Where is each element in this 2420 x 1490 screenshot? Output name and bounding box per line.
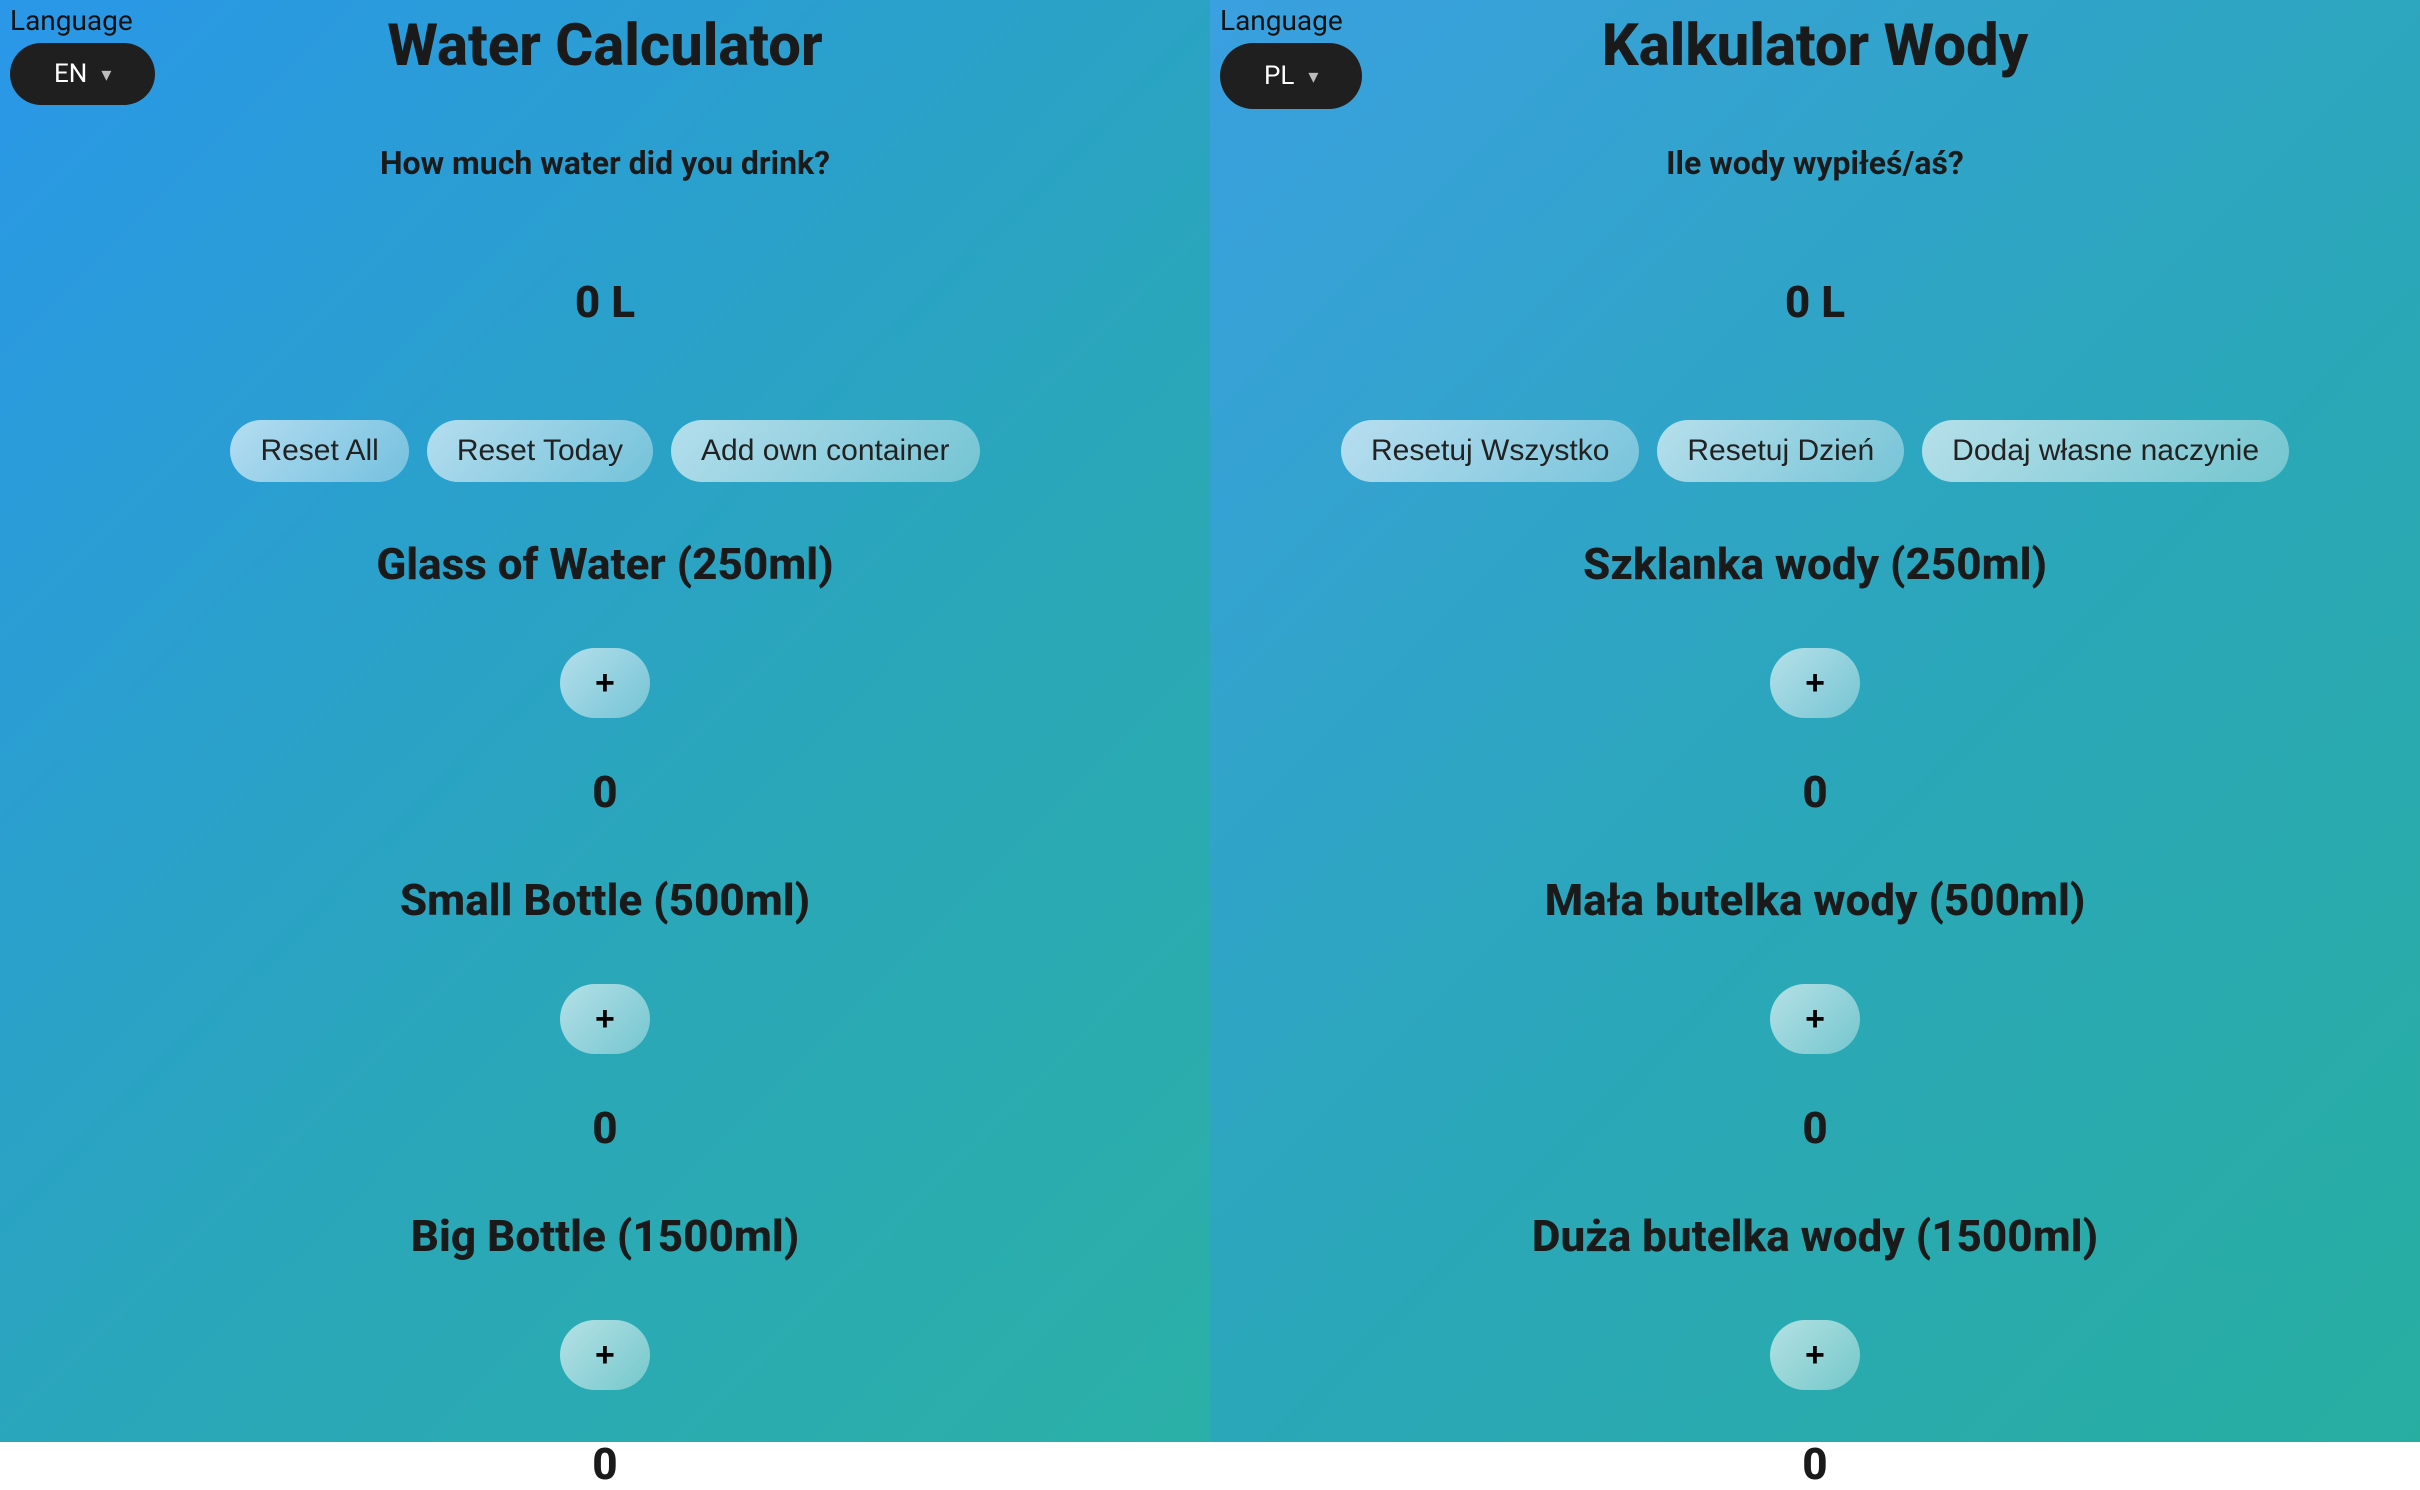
action-row: Resetuj Wszystko Resetuj Dzień Dodaj wła… (1341, 420, 2289, 482)
subtitle: Ile wody wypiłeś/aś? (1666, 144, 1964, 182)
chevron-down-icon: ▾ (101, 64, 111, 84)
total-liters: 0 L (575, 276, 635, 328)
reset-today-button[interactable]: Resetuj Dzień (1657, 420, 1904, 482)
container-title: Duża butelka wody (1500ml) (1532, 1210, 2098, 1262)
content-area: Kalkulator Wody Ile wody wypiłeś/aś? 0 L… (1250, 0, 2380, 1490)
subtitle: How much water did you drink? (380, 144, 830, 182)
container-title: Szklanka wody (250ml) (1583, 538, 2047, 590)
container-count: 0 (592, 766, 617, 818)
page-title: Water Calculator (387, 12, 822, 80)
language-code: PL (1264, 61, 1294, 91)
language-dropdown[interactable]: EN ▾ (10, 43, 155, 105)
container-big-bottle: Duża butelka wody (1500ml) + 0 (1532, 1210, 2098, 1490)
action-row: Reset All Reset Today Add own container (230, 420, 979, 482)
container-small-bottle: Mała butelka wody (500ml) + 0 (1545, 874, 2086, 1154)
add-big-bottle-button[interactable]: + (1770, 1320, 1860, 1390)
container-count: 0 (592, 1102, 617, 1154)
language-label: Language (10, 4, 133, 37)
container-title: Mała butelka wody (500ml) (1545, 874, 2086, 926)
container-count: 0 (1802, 766, 1827, 818)
reset-all-button[interactable]: Reset All (230, 420, 408, 482)
container-glass: Szklanka wody (250ml) + 0 (1583, 538, 2047, 818)
pane-en: Language EN ▾ Water Calculator How much … (0, 0, 1210, 1442)
reset-today-button[interactable]: Reset Today (427, 420, 653, 482)
language-selector: Language EN ▾ (10, 4, 155, 105)
add-container-button[interactable]: Add own container (671, 420, 980, 482)
pane-pl: Language PL ▾ Kalkulator Wody Ile wody w… (1210, 0, 2420, 1442)
language-selector: Language PL ▾ (1220, 4, 1362, 109)
add-glass-button[interactable]: + (1770, 648, 1860, 718)
container-title: Glass of Water (250ml) (376, 538, 833, 590)
total-liters: 0 L (1785, 276, 1845, 328)
chevron-down-icon: ▾ (1308, 66, 1318, 86)
page-title: Kalkulator Wody (1602, 12, 2029, 80)
add-glass-button[interactable]: + (560, 648, 650, 718)
container-small-bottle: Small Bottle (500ml) + 0 (400, 874, 810, 1154)
add-big-bottle-button[interactable]: + (560, 1320, 650, 1390)
container-count: 0 (1802, 1102, 1827, 1154)
language-label: Language (1220, 4, 1343, 37)
container-glass: Glass of Water (250ml) + 0 (376, 538, 833, 818)
container-title: Big Bottle (1500ml) (411, 1210, 799, 1262)
reset-all-button[interactable]: Resetuj Wszystko (1341, 420, 1639, 482)
content-area: Water Calculator How much water did you … (40, 0, 1170, 1490)
container-big-bottle: Big Bottle (1500ml) + 0 (411, 1210, 799, 1490)
language-dropdown[interactable]: PL ▾ (1220, 43, 1362, 109)
container-count: 0 (1802, 1438, 1827, 1490)
add-small-bottle-button[interactable]: + (560, 984, 650, 1054)
add-container-button[interactable]: Dodaj własne naczynie (1922, 420, 2289, 482)
container-title: Small Bottle (500ml) (400, 874, 810, 926)
language-code: EN (54, 59, 87, 89)
container-count: 0 (592, 1438, 617, 1490)
add-small-bottle-button[interactable]: + (1770, 984, 1860, 1054)
